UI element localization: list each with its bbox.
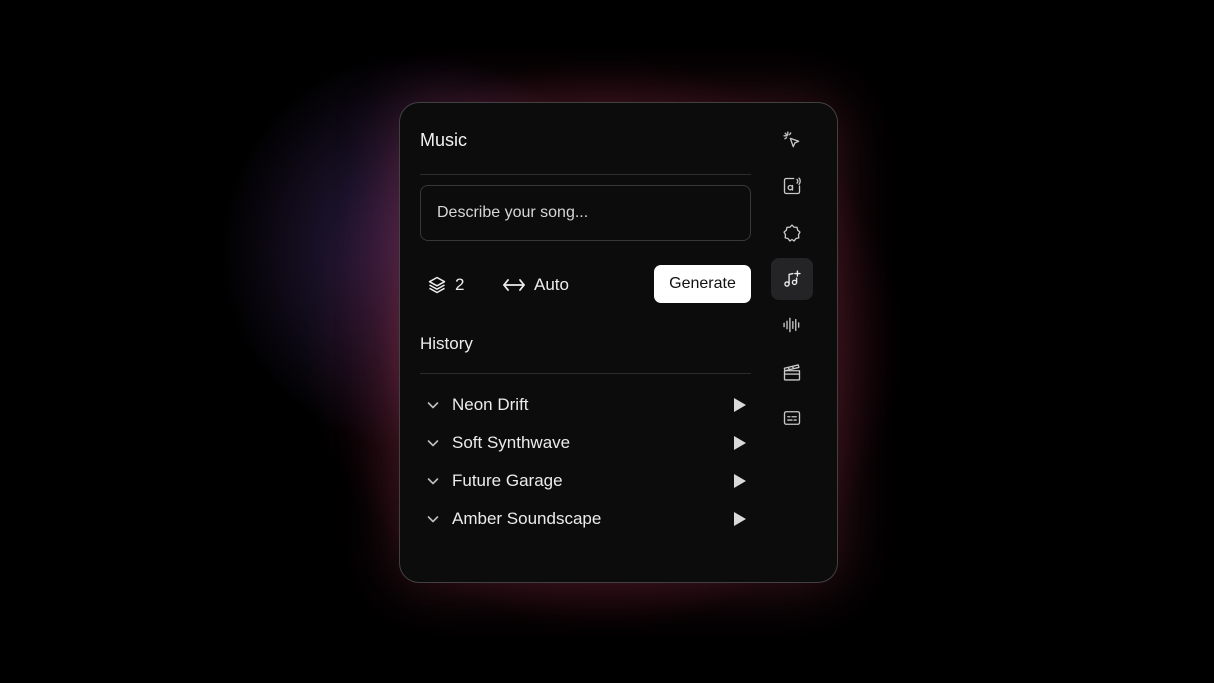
text-to-speech-icon <box>783 177 801 195</box>
sidebar-item-video[interactable] <box>771 351 813 393</box>
chevron-down-icon[interactable] <box>426 398 440 412</box>
history-item-name: Neon Drift <box>452 395 529 414</box>
play-icon[interactable] <box>733 397 747 413</box>
layers-icon <box>428 276 446 294</box>
chevron-down-icon[interactable] <box>426 474 440 488</box>
arrows-horizontal-icon <box>503 279 525 291</box>
sidebar-item-text-to-speech[interactable] <box>771 165 813 207</box>
history-divider <box>420 373 751 374</box>
play-icon[interactable] <box>733 435 747 451</box>
sidebar-item-captions[interactable] <box>771 397 813 439</box>
layers-count: 2 <box>455 275 465 294</box>
song-prompt-input[interactable] <box>420 185 751 241</box>
play-icon[interactable] <box>733 511 747 527</box>
history-item[interactable]: Future Garage <box>420 467 751 495</box>
chevron-down-icon[interactable] <box>426 512 440 526</box>
magic-cursor-icon <box>783 131 800 148</box>
panel-title: Music <box>420 130 468 150</box>
sound-effects-icon <box>783 224 801 242</box>
title-divider <box>420 174 751 175</box>
duration-value: Auto <box>534 275 569 294</box>
captions-icon <box>783 411 801 425</box>
play-icon[interactable] <box>733 473 747 489</box>
history-item-name: Amber Soundscape <box>452 509 602 528</box>
generate-button[interactable]: Generate <box>654 265 751 303</box>
history-item-name: Soft Synthwave <box>452 433 571 452</box>
layers-control[interactable]: 2 <box>427 273 464 297</box>
app-background: Music 2 Auto Generate H <box>0 0 1214 683</box>
clapperboard-icon <box>783 364 801 381</box>
sidebar-item-sound-effects[interactable] <box>771 212 813 254</box>
history-item-name: Future Garage <box>452 471 563 490</box>
history-item[interactable]: Amber Soundscape <box>420 505 751 533</box>
music-add-icon <box>784 270 801 287</box>
history-title: History <box>420 334 473 353</box>
duration-control[interactable]: Auto <box>502 273 569 297</box>
sidebar-item-music[interactable] <box>771 258 813 300</box>
chevron-down-icon[interactable] <box>426 436 440 450</box>
sidebar-item-magic[interactable] <box>771 119 813 161</box>
sidebar-item-voice[interactable] <box>771 304 813 346</box>
waveform-icon <box>783 317 800 333</box>
history-item[interactable]: Neon Drift <box>420 391 751 419</box>
music-panel: Music 2 Auto Generate H <box>399 102 838 583</box>
history-item[interactable]: Soft Synthwave <box>420 429 751 457</box>
